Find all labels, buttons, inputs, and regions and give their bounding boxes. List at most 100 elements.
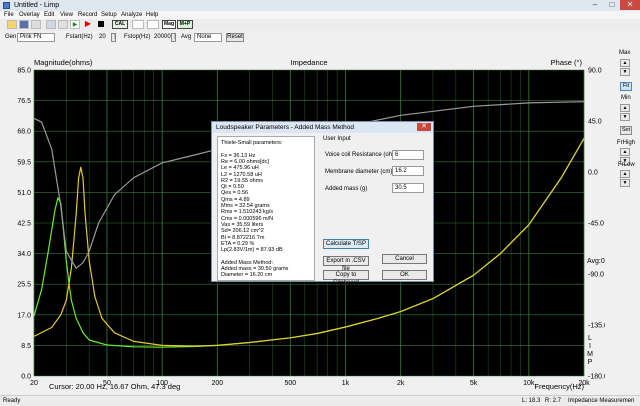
x-tick-label: 1k	[342, 380, 350, 387]
phase-tick-label: -180.0	[588, 374, 605, 381]
side-panel: Max ▲ ▼ Fit Min ▲ ▼ Set FrHigh ▲ ▼ FrLow…	[606, 44, 640, 394]
status-l-value: L: 18.3	[522, 398, 541, 404]
thiele-small-results: Thiele-Small parameters: Fs = 36.13 Hz Re …	[217, 136, 315, 281]
app-icon	[3, 2, 10, 9]
added-mass-input[interactable]: 30.5	[392, 183, 424, 193]
min-label: Min	[621, 95, 631, 101]
status-bar: Ready L: 18.3 R: 2.7 Impedance Measureme…	[0, 395, 640, 406]
y-tick-label: 51.0	[17, 190, 31, 197]
record-icon[interactable]: ▶	[83, 20, 93, 29]
y-tick-label: 8.5	[21, 343, 31, 350]
fstart-label: Fstart(Hz)	[66, 34, 93, 40]
export-csv-button[interactable]: Export in .CSV file	[323, 256, 369, 272]
menu-edit[interactable]: Edit	[44, 11, 54, 19]
x-tick-label: 10k	[523, 380, 535, 387]
save-icon[interactable]	[19, 20, 29, 29]
copy-clipboard-button[interactable]: Copy to Clipboard	[323, 270, 369, 286]
menu-record[interactable]: Record	[78, 11, 97, 19]
ts-param-line: Sd= 206.12 cm^2	[221, 228, 264, 235]
menu-setup[interactable]: Setup	[101, 11, 117, 19]
avg-select[interactable]: None	[194, 33, 222, 42]
gen-label: Gen	[5, 34, 17, 40]
frlow-up-arrow[interactable]: ▲	[620, 170, 630, 178]
ts-param-line: Added Mass Method:	[221, 259, 273, 266]
zoom-icon[interactable]	[58, 20, 68, 29]
fstop-spin[interactable]: ⋮	[171, 33, 178, 42]
x-tick-label: 5k	[470, 380, 478, 387]
ok-button[interactable]: OK	[382, 270, 427, 280]
overlay-icon[interactable]	[46, 20, 56, 29]
menu-overlay[interactable]: Overlay	[19, 11, 40, 19]
menu-help[interactable]: Help	[146, 11, 158, 19]
play-icon[interactable]: ▶	[70, 20, 80, 29]
vertical-tag-letter: M	[587, 351, 593, 358]
ts-param-line: Thiele-Small parameters:	[221, 140, 283, 146]
fstop-input[interactable]: 20000	[151, 33, 171, 42]
ts-param-line: Added mass = 30.50 grams	[221, 266, 289, 272]
user-input-label: User Input	[323, 136, 351, 142]
y-tick-label: 25.5	[17, 282, 31, 289]
ts-param-line: Rms = 1.510243 kg/s	[221, 209, 274, 216]
x-axis-title: Frequency(Hz)	[534, 382, 584, 391]
print-icon[interactable]	[31, 20, 41, 29]
generator-bar: Gen Pink FN Fstart(Hz) 20 ⋮ Fstop(Hz) 20…	[0, 31, 640, 44]
vertical-tag-letter: P	[588, 359, 593, 366]
y-tick-label: 85.0	[17, 68, 31, 75]
cursor-readout: Cursor: 20.00 Hz, 16.67 Ohm, 47.3 deg	[49, 382, 180, 391]
menu-view[interactable]: View	[60, 11, 73, 19]
phase-icon[interactable]	[147, 20, 159, 29]
window-title: Untitled - Limp	[14, 2, 60, 9]
loudspeaker-parameters-dialog: Loudspeaker Parameters - Added Mass Meth…	[211, 121, 434, 286]
phase-tick-label: 0.0	[588, 170, 598, 177]
vertical-tag-letter: L	[588, 335, 592, 342]
chart-title: Impedance	[290, 58, 327, 67]
y-tick-label: 34.0	[17, 251, 31, 258]
ts-param-line: Mms = 32.54 grams	[221, 203, 270, 209]
ts-param-line: Qt = 0.50	[221, 184, 244, 191]
menu-file[interactable]: File	[4, 11, 14, 19]
status-r-value: R: 2.7	[545, 398, 562, 404]
min-up-arrow[interactable]: ▲	[620, 104, 630, 112]
frlow-label: FrLow	[618, 162, 635, 168]
reset-button[interactable]: Reset	[226, 33, 244, 42]
open-icon[interactable]	[7, 20, 17, 29]
cancel-button[interactable]: Cancel	[382, 254, 427, 264]
mag-button[interactable]: Mag	[162, 20, 176, 29]
dialog-title: Loudspeaker Parameters - Added Mass Meth…	[216, 124, 355, 131]
frhigh-up-arrow[interactable]: ▲	[620, 148, 630, 156]
maximize-button[interactable]: □	[603, 0, 621, 10]
ts-param-line: Lp(2.83V/1m) = 87.93 dB	[221, 247, 283, 254]
phase-tick-label: -45.0	[588, 221, 604, 228]
phase-tick-label: 45.0	[588, 119, 602, 126]
voice-coil-input[interactable]: 6	[392, 150, 424, 160]
set-button[interactable]: Set	[620, 126, 632, 135]
y-tick-label: 59.5	[17, 159, 31, 166]
minimize-button[interactable]: –	[586, 0, 604, 10]
calculate-tsp-button[interactable]: Calculate T/SP	[323, 239, 369, 249]
max-up-arrow[interactable]: ▲	[620, 59, 630, 67]
gen-select[interactable]: Pink FN	[17, 33, 55, 42]
mp-button[interactable]: M+P	[177, 20, 193, 29]
fit-button[interactable]: Fit	[620, 82, 632, 91]
ts-param-line: Vas = 35.59 liters	[221, 221, 264, 228]
impedance-icon[interactable]	[132, 20, 144, 29]
cal-button[interactable]: CAL	[112, 20, 128, 29]
close-window-button[interactable]: ✕	[620, 0, 640, 10]
menu-analyze[interactable]: Analyze	[121, 11, 142, 19]
stop-icon[interactable]	[96, 20, 106, 29]
menu-bar: File Overlay Edit View Record Setup Anal…	[0, 11, 640, 19]
membrane-input[interactable]: 16.2	[392, 166, 424, 176]
dialog-title-bar: Loudspeaker Parameters - Added Mass Meth…	[212, 122, 433, 133]
fstart-spin[interactable]: ⋮	[111, 33, 118, 42]
y-tick-label: 17.0	[17, 312, 31, 319]
frlow-down-arrow[interactable]: ▼	[620, 179, 630, 187]
max-down-arrow[interactable]: ▼	[620, 68, 630, 76]
ts-param-line: Re = 6.00 ohms[dc]	[221, 158, 269, 165]
ts-param-line: L2 = 1270.58 uH	[221, 171, 262, 178]
ts-param-line: Diameter = 16.20 cm	[221, 272, 273, 279]
dialog-close-icon[interactable]: ✕	[417, 123, 431, 131]
fstop-label: Fstop(Hz)	[124, 34, 151, 40]
fstart-input[interactable]: 20	[96, 33, 112, 42]
frhigh-label: FrHigh	[617, 140, 636, 146]
min-down-arrow[interactable]: ▼	[620, 113, 630, 121]
